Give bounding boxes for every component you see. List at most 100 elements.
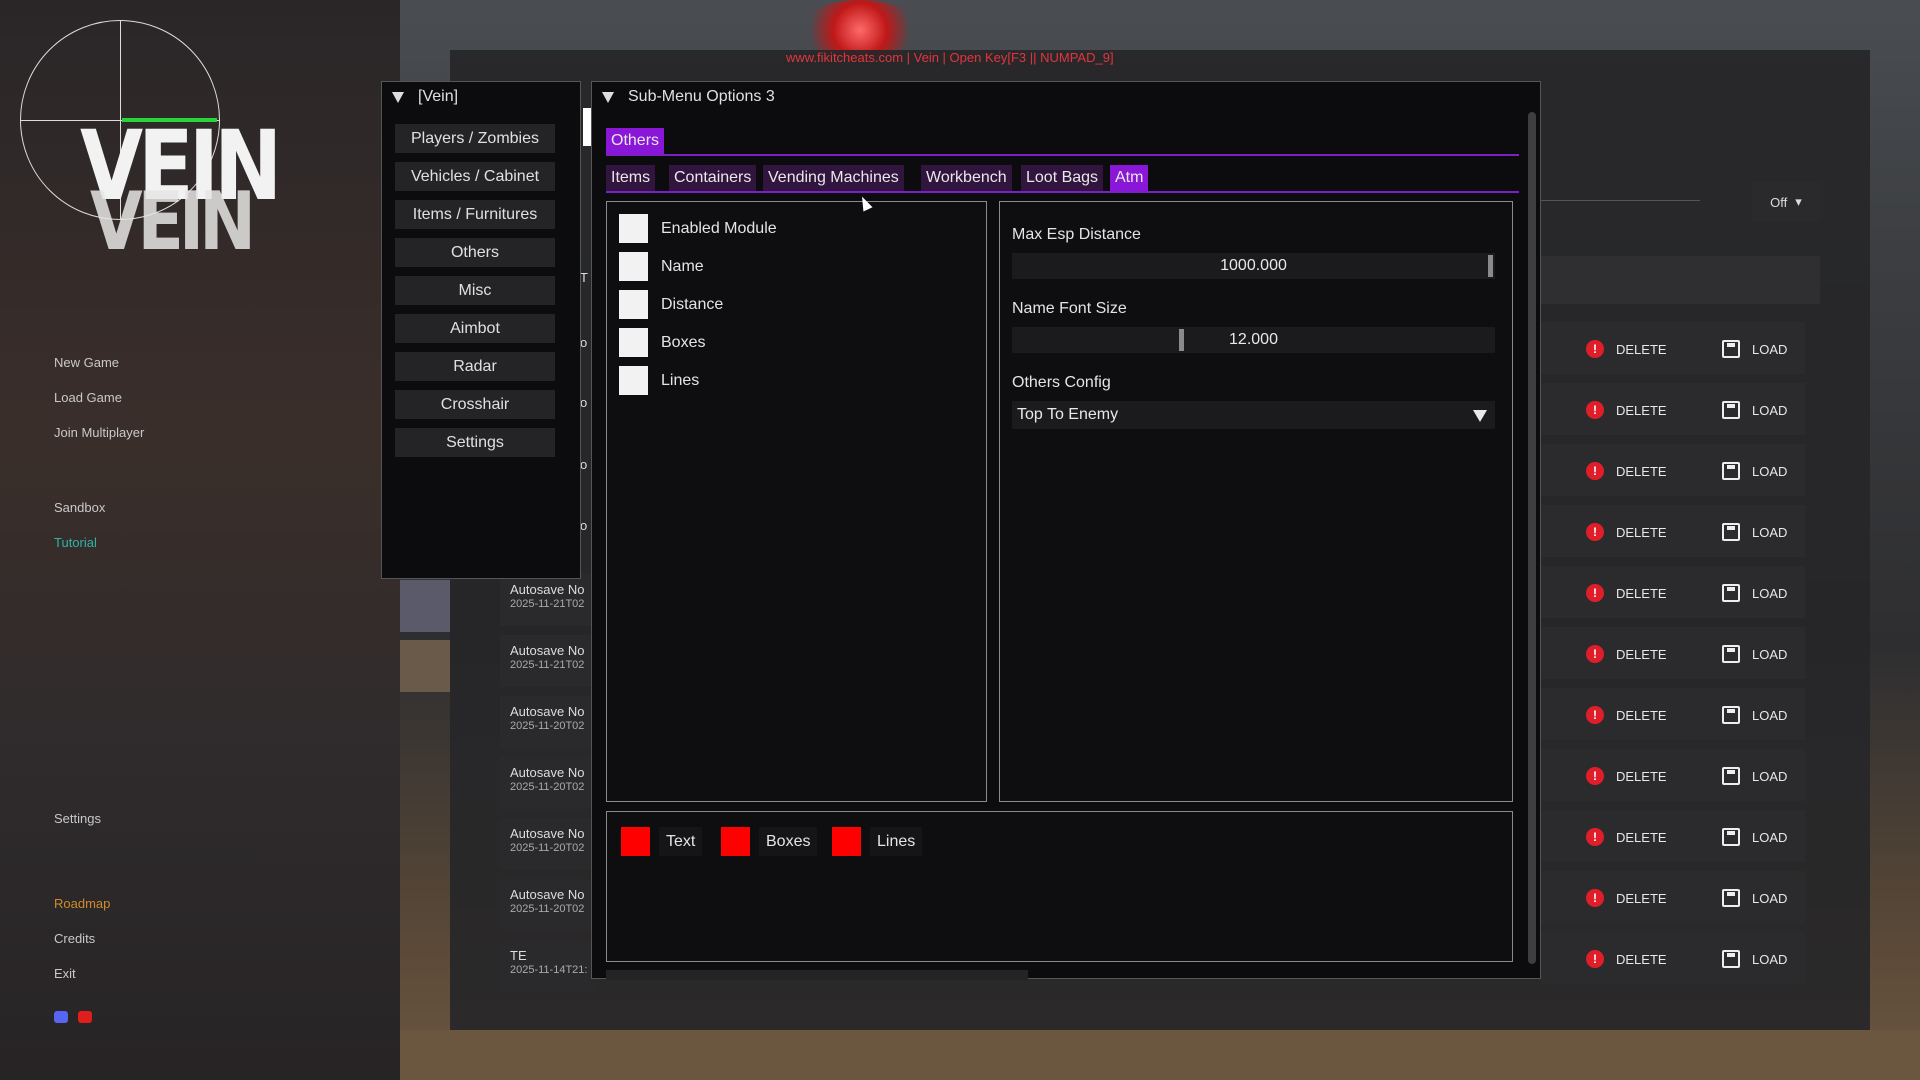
checkbox-name[interactable]: Name [619, 252, 704, 281]
checkbox-box[interactable] [619, 214, 648, 243]
delete-label: DELETE [1616, 951, 1667, 967]
subtab-loot-bags[interactable]: Loot Bags [1021, 165, 1104, 191]
others-config-select[interactable]: Top To Enemy [1012, 401, 1495, 429]
save-action-row: ! DELETE LOAD [1540, 383, 1805, 435]
subtab-items[interactable]: Items [606, 165, 656, 191]
tab-others[interactable]: Others [606, 128, 665, 154]
load-label: LOAD [1752, 402, 1788, 418]
menu-new-game[interactable]: New Game [54, 355, 119, 370]
save-row[interactable]: Autosave No 2025-11-20T02 [500, 757, 595, 809]
subtab-atm[interactable]: Atm [1110, 165, 1149, 191]
save-row[interactable]: Autosave No 2025-11-21T02 [500, 574, 595, 626]
menu-exit[interactable]: Exit [54, 966, 76, 981]
floor [400, 1030, 1920, 1080]
lines-color-swatch[interactable] [832, 827, 861, 856]
delete-button[interactable]: ! DELETE [1586, 521, 1667, 543]
load-label: LOAD [1752, 890, 1788, 906]
save-row[interactable]: Autosave No 2025-11-21T02 [500, 635, 595, 687]
nav-radar[interactable]: Radar [395, 352, 555, 381]
load-button[interactable]: LOAD [1722, 826, 1787, 848]
others-config-value: Top To Enemy [1017, 406, 1119, 423]
nav-crosshair[interactable]: Crosshair [395, 390, 555, 419]
save-icon [1722, 645, 1740, 663]
name-font-size-slider[interactable]: 12.000 [1012, 327, 1495, 353]
checkbox-box[interactable] [619, 290, 648, 319]
checkbox-box[interactable] [619, 252, 648, 281]
subtab-underline [606, 191, 1519, 193]
load-button[interactable]: LOAD [1722, 399, 1787, 421]
load-button[interactable]: LOAD [1722, 338, 1787, 360]
delete-button[interactable]: ! DELETE [1586, 765, 1667, 787]
checkbox-lines[interactable]: Lines [619, 366, 699, 395]
save-thumbnail [400, 640, 450, 692]
menu-load-game[interactable]: Load Game [54, 390, 122, 405]
load-button[interactable]: LOAD [1722, 582, 1787, 604]
save-row[interactable]: Autosave No 2025-11-20T02 [500, 818, 595, 870]
delete-button[interactable]: ! DELETE [1586, 826, 1667, 848]
menu-sandbox[interactable]: Sandbox [54, 500, 105, 515]
youtube-icon[interactable] [78, 1011, 92, 1023]
save-action-row: ! DELETE LOAD [1540, 688, 1805, 740]
save-action-row: ! DELETE LOAD [1540, 932, 1805, 984]
collapse-triangle-icon[interactable] [602, 91, 614, 103]
save-row[interactable]: Autosave No 2025-11-20T02 [500, 879, 595, 931]
delete-label: DELETE [1616, 646, 1667, 662]
vein-window-titlebar[interactable]: [Vein] [382, 82, 580, 112]
load-button[interactable]: LOAD [1722, 948, 1787, 970]
collapse-triangle-icon[interactable] [392, 91, 404, 103]
delete-button[interactable]: ! DELETE [1586, 338, 1667, 360]
subtab-vending-machines[interactable]: Vending Machines [763, 165, 904, 191]
partial-button[interactable] [606, 970, 1028, 980]
menu-settings[interactable]: Settings [54, 811, 101, 826]
text-color-swatch[interactable] [621, 827, 650, 856]
settings-panel: Max Esp Distance 1000.000 Name Font Size… [999, 201, 1513, 802]
checkbox-distance[interactable]: Distance [619, 290, 723, 319]
load-button[interactable]: LOAD [1722, 521, 1787, 543]
subtab-containers[interactable]: Containers [669, 165, 757, 191]
nav-players-zombies[interactable]: Players / Zombies [395, 124, 555, 153]
checkbox-enabled-module[interactable]: Enabled Module [619, 214, 777, 243]
nav-items-furnitures[interactable]: Items / Furnitures [395, 200, 555, 229]
delete-button[interactable]: ! DELETE [1586, 948, 1667, 970]
nav-settings[interactable]: Settings [395, 428, 555, 457]
boxes-color-swatch[interactable] [721, 827, 750, 856]
discord-icon[interactable] [54, 1011, 68, 1023]
nav-aimbot[interactable]: Aimbot [395, 314, 555, 343]
subtab-workbench[interactable]: Workbench [921, 165, 1012, 191]
save-title: Autosave No [510, 887, 585, 902]
delete-button[interactable]: ! DELETE [1586, 460, 1667, 482]
delete-button[interactable]: ! DELETE [1586, 643, 1667, 665]
nav-vehicles-cabinet[interactable]: Vehicles / Cabinet [395, 162, 555, 191]
submenu-scrollbar[interactable] [1528, 112, 1536, 964]
delete-button[interactable]: ! DELETE [1586, 887, 1667, 909]
max-esp-distance-slider[interactable]: 1000.000 [1012, 253, 1495, 279]
load-button[interactable]: LOAD [1722, 704, 1787, 726]
menu-tutorial[interactable]: Tutorial [54, 535, 97, 550]
save-row[interactable]: TE 2025-11-14T21: [500, 940, 595, 992]
save-row[interactable]: Autosave No 2025-11-20T02 [500, 696, 595, 748]
slider-knob[interactable] [1488, 255, 1493, 277]
slider-knob[interactable] [1179, 329, 1184, 351]
load-label: LOAD [1752, 768, 1788, 784]
delete-button[interactable]: ! DELETE [1586, 582, 1667, 604]
save-icon [1722, 767, 1740, 785]
menu-join-multiplayer[interactable]: Join Multiplayer [54, 425, 144, 440]
filter-dropdown[interactable]: Off ▾ [1752, 182, 1820, 222]
submenu-window-titlebar[interactable]: Sub-Menu Options 3 [592, 82, 1540, 112]
menu-credits[interactable]: Credits [54, 931, 95, 946]
delete-button[interactable]: ! DELETE [1586, 399, 1667, 421]
menu-roadmap[interactable]: Roadmap [54, 896, 110, 911]
nav-misc[interactable]: Misc [395, 276, 555, 305]
checkbox-boxes[interactable]: Boxes [619, 328, 705, 357]
save-title: TE [510, 948, 527, 963]
checkbox-box[interactable] [619, 366, 648, 395]
load-button[interactable]: LOAD [1722, 643, 1787, 665]
save-action-row: ! DELETE LOAD [1540, 444, 1805, 496]
load-button[interactable]: LOAD [1722, 460, 1787, 482]
fragment-text: o [580, 518, 588, 533]
delete-button[interactable]: ! DELETE [1586, 704, 1667, 726]
load-button[interactable]: LOAD [1722, 887, 1787, 909]
nav-others[interactable]: Others [395, 238, 555, 267]
load-button[interactable]: LOAD [1722, 765, 1787, 787]
checkbox-box[interactable] [619, 328, 648, 357]
